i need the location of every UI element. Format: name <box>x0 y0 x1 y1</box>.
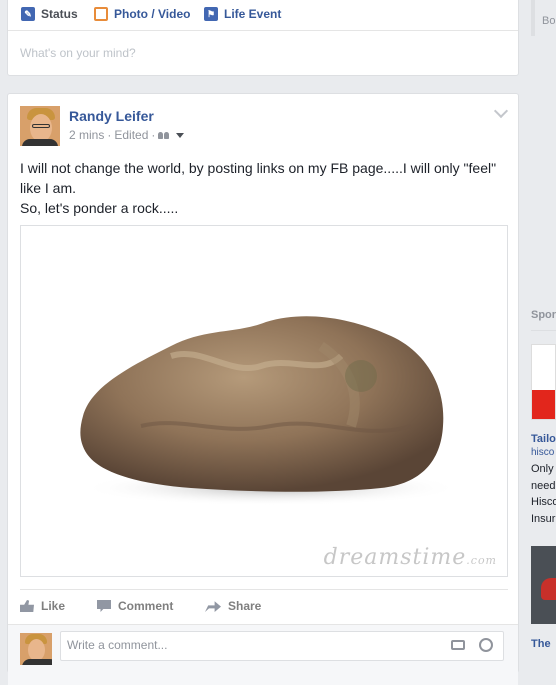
comment-icon <box>97 600 111 612</box>
friends-icon <box>158 131 170 139</box>
tab-photo-video-label: Photo / Video <box>114 7 191 21</box>
chevron-down-icon[interactable] <box>493 103 509 119</box>
like-button[interactable]: Like <box>20 599 65 613</box>
post-text-line: I will not change the world, by posting … <box>20 160 497 176</box>
ad-image-2[interactable] <box>531 546 556 624</box>
tab-life-event[interactable]: ⚑ Life Event <box>204 6 281 22</box>
ad-title-2[interactable]: The <box>531 638 551 650</box>
sponsored-heading: Spor <box>531 309 556 321</box>
right-rail-scroll <box>531 0 535 36</box>
meta-separator-2: · <box>151 128 156 142</box>
post-photo[interactable]: dreamstime.com <box>20 225 508 577</box>
divider <box>531 330 556 331</box>
photo-icon <box>94 7 108 21</box>
comment-composer <box>8 624 518 685</box>
ad-title[interactable]: Tailo <box>531 433 556 445</box>
comment-button[interactable]: Comment <box>97 599 173 613</box>
tab-photo-video[interactable]: Photo / Video <box>94 6 190 22</box>
post-time[interactable]: 2 mins <box>69 128 104 142</box>
comment-input[interactable] <box>67 638 427 652</box>
comment-box <box>60 631 504 661</box>
status-input[interactable]: What's on your mind? <box>20 46 136 60</box>
tab-status-label: Status <box>41 7 78 21</box>
photo-watermark: dreamstime.com <box>323 545 497 570</box>
post-meta: 2 mins · Edited · <box>69 128 187 142</box>
caret-down-icon <box>176 132 185 138</box>
ad-body-line: Only <box>531 463 554 475</box>
ad-domain[interactable]: hisco <box>531 447 554 458</box>
author-name[interactable]: Randy Leifer <box>69 108 154 124</box>
ad-image[interactable] <box>531 344 556 420</box>
thumbs-up-icon <box>20 600 34 612</box>
composer-tabs: ✎ Status Photo / Video ⚑ Life Event <box>8 0 518 31</box>
comment-label: Comment <box>118 599 174 613</box>
ad-body-line: Hisco <box>531 496 556 508</box>
tab-status[interactable]: ✎ Status <box>21 6 78 22</box>
post-text-line: So, let's ponder a rock..... <box>20 200 179 216</box>
share-button[interactable]: Share <box>205 599 261 613</box>
meta-separator: · <box>107 128 112 142</box>
post-text: I will not change the world, by posting … <box>20 158 508 218</box>
edited-label[interactable]: Edited <box>114 128 148 142</box>
rock-image <box>80 316 461 506</box>
ad-body-line: Insur <box>531 513 556 525</box>
audience-selector[interactable] <box>158 131 185 139</box>
right-column-text: Bo <box>542 15 556 27</box>
news-feed-post: Randy Leifer 2 mins · Edited · I will no… <box>7 93 519 685</box>
post-actions: Like Comment Share <box>20 589 508 622</box>
status-composer: ✎ Status Photo / Video ⚑ Life Event What… <box>7 0 519 76</box>
emoji-icon[interactable] <box>479 638 493 652</box>
author-avatar[interactable] <box>20 106 60 146</box>
share-label: Share <box>228 599 262 613</box>
commenter-avatar[interactable] <box>20 633 52 665</box>
flag-icon: ⚑ <box>204 7 218 21</box>
tab-life-event-label: Life Event <box>224 7 282 21</box>
share-icon <box>205 601 221 612</box>
ad-body-line: need <box>531 480 556 492</box>
pencil-icon: ✎ <box>21 7 35 21</box>
post-text-line: like I am. <box>20 180 77 196</box>
like-label: Like <box>41 599 66 613</box>
